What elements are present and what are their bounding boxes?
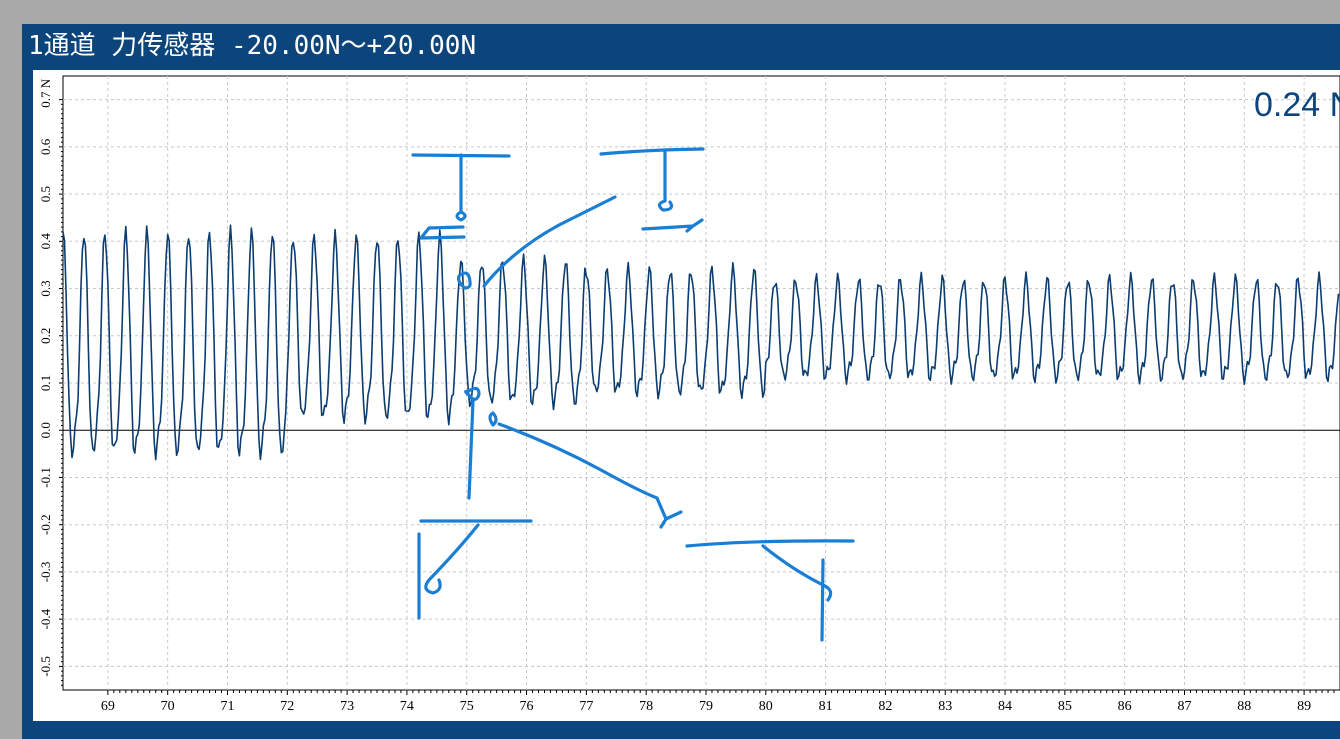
x-tick-label: 75 bbox=[460, 699, 474, 714]
y-unit-label: N bbox=[38, 78, 53, 88]
y-tick-label: -0.1 bbox=[38, 467, 53, 488]
handwritten-annotation-stroke bbox=[464, 386, 481, 500]
handwritten-annotation-stroke bbox=[417, 519, 533, 620]
x-tick-label: 79 bbox=[699, 699, 713, 714]
y-tick-label: 0.4 bbox=[38, 233, 53, 250]
handwritten-annotation-stroke bbox=[497, 422, 683, 529]
x-tick-label: 73 bbox=[340, 699, 354, 714]
handwritten-annotation-stroke bbox=[457, 271, 472, 290]
x-tick-label: 86 bbox=[1118, 699, 1132, 714]
y-tick-label: -0.5 bbox=[38, 656, 53, 677]
window-title: 1通道 力传感器 -20.00N～+20.00N bbox=[28, 31, 477, 61]
plot-area[interactable]: 69 70 71 72 73 74 75 76 77 78 79 80 81 82 83 84 85 86 87 88… bbox=[33, 70, 1340, 721]
y-tick-label: 0.0 bbox=[38, 422, 53, 438]
current-force-readout: 0.24 N bbox=[1254, 86, 1340, 124]
x-tick-label: 78 bbox=[639, 699, 653, 714]
y-tick-label: 0.1 bbox=[38, 375, 53, 391]
x-tick-label: 89 bbox=[1297, 699, 1311, 714]
x-tick-label: 76 bbox=[520, 699, 534, 714]
y-tick-label: 0.5 bbox=[38, 186, 53, 202]
y-tick-label: 0.7 bbox=[38, 91, 53, 108]
handwritten-annotation-stroke bbox=[685, 539, 855, 642]
handwritten-annotation-stroke bbox=[599, 147, 705, 233]
y-tick-label: 0.6 bbox=[38, 138, 53, 155]
handwritten-annotation-stroke bbox=[488, 411, 498, 427]
force-chart[interactable]: 69 70 71 72 73 74 75 76 77 78 79 80 81 82 83 84 85 86 87 88… bbox=[33, 70, 1340, 721]
x-tick-label: 82 bbox=[878, 699, 892, 714]
y-tick-label: -0.4 bbox=[38, 608, 53, 629]
x-tick-label: 71 bbox=[220, 699, 234, 714]
force-signal-line bbox=[62, 224, 1340, 461]
x-tick-label: 70 bbox=[161, 699, 175, 714]
y-tick-label: 0.3 bbox=[38, 280, 53, 296]
x-tick-label: 88 bbox=[1237, 699, 1251, 714]
x-tick-label: 77 bbox=[579, 699, 593, 714]
x-tick-label: 83 bbox=[938, 699, 952, 714]
x-tick-label: 84 bbox=[998, 699, 1012, 714]
y-tick-label: -0.3 bbox=[38, 562, 53, 583]
x-tick-label: 69 bbox=[101, 699, 115, 714]
x-tick-label: 74 bbox=[400, 699, 414, 714]
x-tick-label: 85 bbox=[1058, 699, 1072, 714]
handwritten-annotation-stroke bbox=[411, 153, 511, 240]
x-tick-label: 81 bbox=[819, 699, 833, 714]
x-tick-label: 72 bbox=[280, 699, 294, 714]
y-tick-label: 0.2 bbox=[38, 328, 53, 344]
x-tick-label: 87 bbox=[1177, 699, 1191, 714]
sensor-window: 1通道 力传感器 -20.00N～+20.00N 69 70 71 72 73 74 75 7… bbox=[22, 24, 1340, 739]
x-tick-label: 80 bbox=[759, 699, 773, 714]
y-tick-label: -0.2 bbox=[38, 514, 53, 535]
